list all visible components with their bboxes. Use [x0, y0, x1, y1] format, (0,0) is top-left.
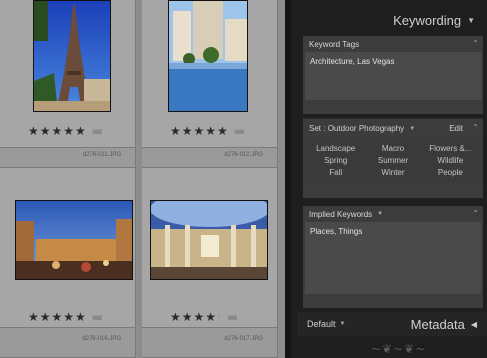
reject-flag-icon[interactable]: ▬: [92, 124, 104, 138]
keyword-button[interactable]: Fall: [307, 168, 364, 177]
implied-keywords-field: Places, Things: [305, 222, 481, 294]
filename-strip: d276-016.JPG: [0, 328, 136, 358]
thumbnail-image-forum[interactable]: [150, 200, 268, 280]
star-icon[interactable]: ★★★★★: [28, 124, 87, 138]
keyword-tags-field[interactable]: Architecture, Las Vegas: [305, 52, 481, 100]
keyword-button[interactable]: Summer: [364, 156, 421, 165]
keyword-button[interactable]: Landscape: [307, 144, 364, 153]
star-rating[interactable]: ★★★★★ ▬: [170, 124, 246, 138]
keyword-button[interactable]: Macro: [364, 144, 421, 153]
expand-triangle-icon[interactable]: ◀: [471, 320, 477, 329]
implied-keywords-value: Places, Things: [310, 227, 363, 236]
dropdown-arrow-icon[interactable]: ▼: [340, 321, 346, 327]
metadata-preset-select[interactable]: Default: [307, 319, 336, 329]
keyword-button[interactable]: Flowers &...: [422, 144, 479, 153]
thumbnail-image-eiffel-tower[interactable]: [33, 0, 111, 112]
thumbnail-cell[interactable]: ★★★★· ▬: [142, 168, 278, 328]
star-empty-icon[interactable]: ·: [217, 310, 222, 324]
reject-flag-icon[interactable]: ▬: [234, 124, 246, 138]
reject-flag-icon[interactable]: ▬: [92, 310, 104, 324]
keywording-panel: Keywording ▼ Keyword Tags ⌃ Architecture…: [285, 0, 487, 358]
metadata-section-title[interactable]: Metadata: [411, 317, 465, 332]
column-divider: [138, 0, 142, 358]
filename-strip: d276-017.JPG: [142, 328, 278, 358]
keyword-tags-header[interactable]: Keyword Tags ⌃: [303, 36, 483, 52]
thumbnail-filename: d276-016.JPG: [82, 336, 121, 342]
thumbnail-filename: d276-011.JPG: [82, 152, 121, 158]
keyword-set-grid: Landscape Macro Flowers &... Spring Summ…: [303, 138, 483, 183]
keyword-button[interactable]: Wildlife: [422, 156, 479, 165]
thumbnail-grid: ★★★★★ ▬ ★★★★★ ▬ d276-011.JPG d276-012.JP…: [0, 0, 285, 358]
keyword-tags-value: Architecture, Las Vegas: [310, 57, 395, 66]
star-icon[interactable]: ★★★★: [170, 310, 217, 324]
thumbnail-cell[interactable]: ★★★★★ ▬: [0, 168, 136, 328]
metadata-footer: Default ▼ Metadata ◀: [297, 312, 487, 336]
panel-end-ornament-icon: ~❦~❦~: [371, 342, 427, 356]
star-icon[interactable]: ★★★★★: [170, 124, 229, 138]
keyword-set-box: Set : Outdoor Photography ▼ Edit ⌃ Lands…: [303, 118, 483, 198]
keyword-tags-title: Keyword Tags: [309, 39, 360, 49]
thumbnail-image-bellagio[interactable]: [168, 0, 248, 112]
keyword-set-select[interactable]: Outdoor Photography: [328, 124, 405, 133]
thumbnail-filename: d276-017.JPG: [224, 336, 263, 342]
thumbnail-filename: d276-012.JPG: [224, 152, 263, 158]
collapse-triangle-icon[interactable]: ▼: [467, 16, 475, 25]
keywording-header[interactable]: Keywording ▼: [297, 8, 487, 32]
keyword-button[interactable]: Spring: [307, 156, 364, 165]
star-rating[interactable]: ★★★★★ ▬: [28, 310, 104, 324]
star-icon[interactable]: ★★★★★: [28, 310, 87, 324]
collapse-icon[interactable]: ⌃: [472, 39, 479, 48]
thumbnail-cell[interactable]: ★★★★★ ▬: [0, 0, 136, 148]
panel-title: Keywording: [393, 12, 462, 28]
keyword-button[interactable]: Winter: [364, 168, 421, 177]
collapse-icon[interactable]: ⌃: [472, 209, 479, 218]
reject-flag-icon[interactable]: ▬: [227, 310, 239, 324]
collapse-icon[interactable]: ⌃: [472, 123, 479, 132]
keyword-button[interactable]: People: [422, 168, 479, 177]
keyword-set-label: Set :: [309, 124, 326, 133]
star-rating[interactable]: ★★★★★ ▬: [28, 124, 104, 138]
thumbnail-image-plaza[interactable]: [15, 200, 133, 280]
implied-keywords-box: Implied Keywords ▼ ⌃ Places, Things: [303, 206, 483, 308]
thumbnail-cell[interactable]: ★★★★★ ▬: [142, 0, 278, 148]
implied-keywords-header[interactable]: Implied Keywords ▼ ⌃: [303, 206, 483, 222]
keyword-tags-box: Keyword Tags ⌃ Architecture, Las Vegas: [303, 36, 483, 114]
dropdown-arrow-icon[interactable]: ▼: [377, 211, 383, 217]
implied-keywords-title: Implied Keywords: [309, 209, 373, 219]
keyword-set-row: Set : Outdoor Photography ▼ Edit ⌃: [303, 118, 483, 138]
edit-set-button[interactable]: Edit: [449, 124, 463, 133]
filename-strip: d276-012.JPG: [142, 148, 278, 168]
filename-strip: d276-011.JPG: [0, 148, 136, 168]
star-rating[interactable]: ★★★★· ▬: [170, 310, 239, 324]
dropdown-arrow-icon[interactable]: ▼: [409, 126, 415, 132]
